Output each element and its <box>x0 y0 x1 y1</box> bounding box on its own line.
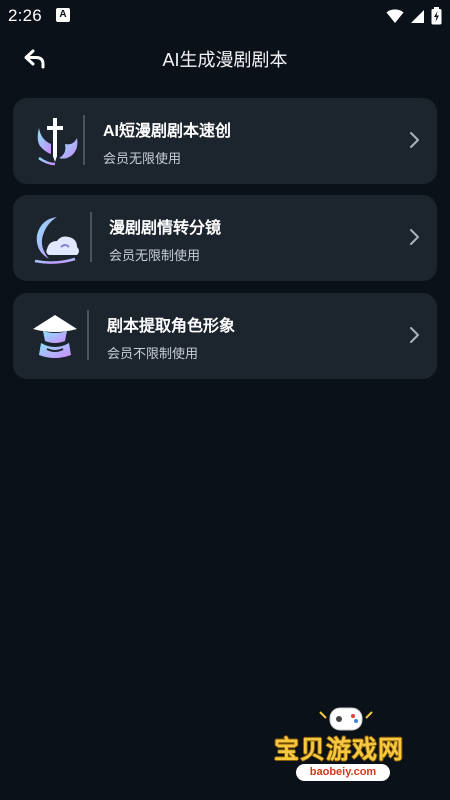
notification-app-icon: A <box>56 8 70 22</box>
card-title: 剧本提取角色形象 <box>107 318 236 335</box>
screen: 2:26 A AI生成漫剧剧本 AI短漫剧剧本速创 会员无限使用 漫剧剧情转分镜… <box>0 0 450 800</box>
card-title: AI短漫剧剧本速创 <box>103 123 232 140</box>
watermark-logo: 宝贝游戏网 baobeiy.com <box>266 704 426 794</box>
app-header: AI生成漫剧剧本 <box>0 32 450 84</box>
card-title: 漫剧剧情转分镜 <box>109 220 222 237</box>
card-divider <box>83 115 85 165</box>
card-subtitle: 会员不限制使用 <box>107 346 199 361</box>
card-character-extract[interactable]: 剧本提取角色形象 会员不限制使用 <box>13 293 437 379</box>
card-subtitle: 会员无限制使用 <box>109 248 201 263</box>
moon-cloud-icon <box>34 217 79 264</box>
status-bar: 2:26 A <box>0 0 450 32</box>
page-title: AI生成漫剧剧本 <box>162 50 288 70</box>
card-divider <box>90 212 92 262</box>
watermark-url: baobeiy.com <box>296 764 390 781</box>
card-divider <box>87 310 89 360</box>
watermark-name: 宝贝游戏网 <box>274 736 405 764</box>
chevron-right-icon <box>410 327 419 343</box>
hat-character-icon <box>33 315 77 358</box>
card-storyboard[interactable]: 漫剧剧情转分镜 会员无限制使用 <box>13 195 437 281</box>
status-time: 2:26 <box>8 6 42 25</box>
chevron-right-icon <box>410 229 419 245</box>
wifi-icon <box>386 9 404 23</box>
status-icons <box>386 6 442 26</box>
battery-icon <box>431 7 442 25</box>
sword-shield-icon <box>37 118 78 166</box>
card-subtitle: 会员无限使用 <box>103 151 182 166</box>
chevron-right-icon <box>410 132 419 148</box>
card-short-script[interactable]: AI短漫剧剧本速创 会员无限使用 <box>13 98 437 184</box>
signal-icon <box>411 9 424 23</box>
